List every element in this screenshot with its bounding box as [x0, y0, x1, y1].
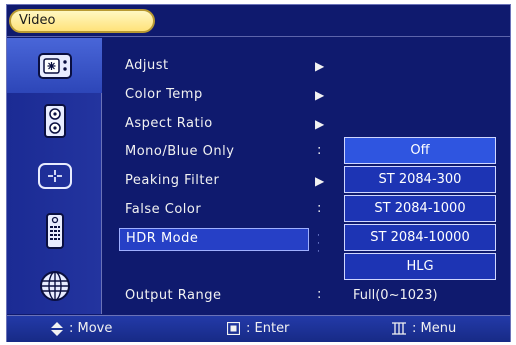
submenu-arrow-icon: ▶: [315, 117, 325, 131]
menu-item-label: HDR Mode: [126, 231, 199, 246]
osd-window: Video Adjust ▶ Color Temp ▶ Aspect Ratio…: [6, 4, 511, 342]
menu-item-label: Mono/Blue Only: [125, 144, 235, 159]
value-separator: :: [317, 287, 322, 302]
move-hint-label: : Move: [69, 321, 113, 336]
output-range-value: Full(0~1023): [353, 288, 438, 303]
menu-item-label: Aspect Ratio: [125, 116, 213, 131]
menu-hint: : Menu: [392, 321, 456, 336]
value-separator: :: [317, 201, 322, 216]
enter-hint-label: : Enter: [246, 321, 290, 336]
sidebar-item-network[interactable]: [7, 258, 102, 313]
crosshair-icon: [37, 162, 72, 189]
sidebar-item-audio[interactable]: [7, 93, 102, 148]
menu-panel: Adjust ▶ Color Temp ▶ Aspect Ratio ▶ Mon…: [103, 38, 510, 314]
submenu-arrow-icon: ▶: [315, 174, 325, 188]
hdr-option-st2084-1000[interactable]: ST 2084-1000: [344, 195, 496, 222]
menu-button-icon: [392, 322, 406, 335]
move-hint: : Move: [51, 321, 112, 336]
hdr-option-st2084-10000[interactable]: ST 2084-10000: [344, 224, 496, 251]
sidebar-item-function[interactable]: [7, 148, 102, 203]
hdr-option-st2084-300[interactable]: ST 2084-300: [344, 166, 496, 193]
key-hint-bar: : Move : Enter : Menu: [7, 315, 510, 342]
speaker-icon: [43, 103, 66, 138]
sidebar-item-remote[interactable]: [7, 203, 102, 258]
sidebar-item-video[interactable]: [7, 38, 102, 93]
display-settings-icon: [37, 52, 72, 79]
menu-item-label: False Color: [125, 202, 202, 217]
scroll-dots-icon: · · ·: [317, 231, 320, 257]
up-down-arrows-icon: [51, 321, 63, 336]
menu-item-hdr-mode[interactable]: HDR Mode: [119, 228, 309, 251]
title-bar: Video: [7, 5, 510, 37]
menu-item-label: Output Range: [125, 288, 222, 303]
menu-item-label: Peaking Filter: [125, 173, 220, 188]
menu-item-label: Color Temp: [125, 87, 203, 102]
globe-icon: [39, 270, 70, 301]
hdr-mode-dropdown[interactable]: Off ST 2084-300 ST 2084-1000 ST 2084-100…: [344, 137, 496, 282]
submenu-arrow-icon: ▶: [315, 59, 325, 73]
menu-hint-label: : Menu: [412, 321, 457, 336]
enter-button-icon: [227, 322, 240, 335]
sidebar: [7, 38, 102, 314]
hdr-option-hlg[interactable]: HLG: [344, 253, 496, 280]
submenu-arrow-icon: ▶: [315, 88, 325, 102]
value-separator: :: [317, 143, 322, 158]
hdr-option-off[interactable]: Off: [344, 137, 496, 164]
remote-control-icon: [45, 212, 64, 249]
page-title: Video: [9, 9, 155, 33]
menu-item-label: Adjust: [125, 58, 169, 73]
enter-hint: : Enter: [227, 321, 289, 336]
